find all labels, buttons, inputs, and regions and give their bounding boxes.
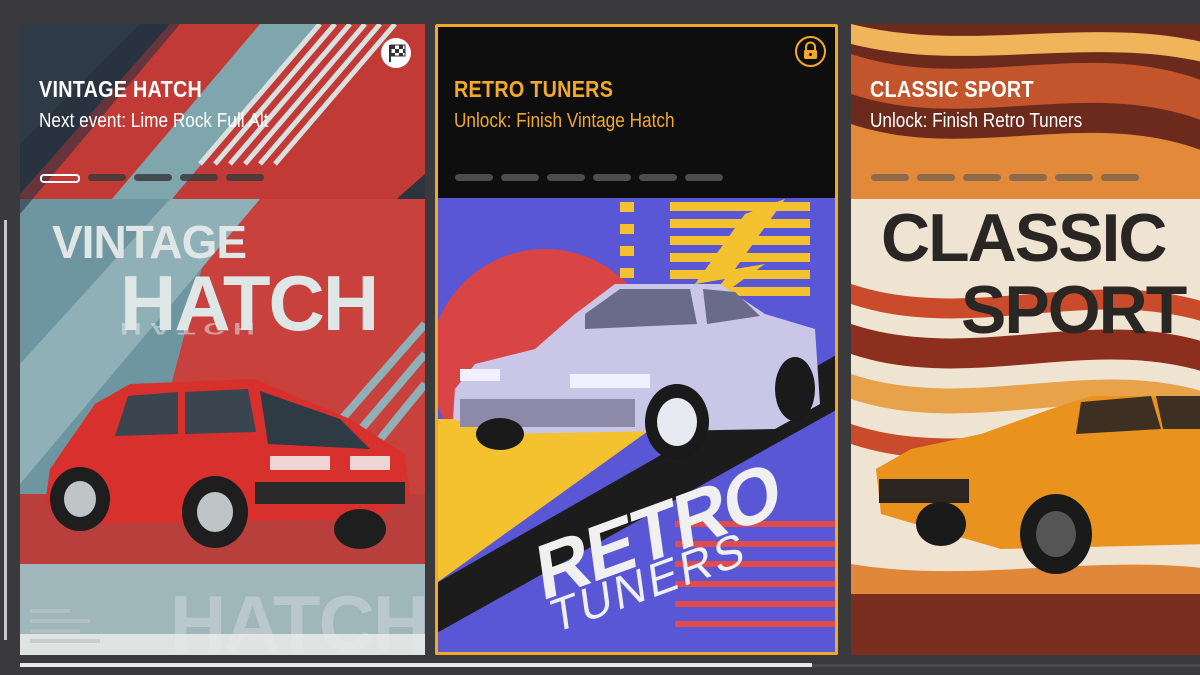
poster-footer-text: HATCH (170, 579, 425, 655)
progress-segment (180, 174, 218, 181)
event-card-retro-tuners[interactable]: RETRO TUNERS RETRO TUNERS Unlock: Finish… (435, 24, 838, 655)
checkered-flag-icon (381, 38, 411, 68)
event-title: VINTAGE HATCH (39, 76, 203, 102)
carousel-scrollbar-thumb[interactable] (20, 663, 812, 667)
progress-segment (134, 174, 172, 181)
progress-segment (685, 174, 723, 181)
event-card-vintage-hatch[interactable]: VINTAGE HATCH HATCH HATCH VINTAGE HATCH … (20, 24, 425, 655)
progress-segment (226, 174, 264, 181)
progress-segment (871, 174, 909, 181)
poster-title-line-1: CLASSIC (881, 200, 1167, 276)
left-scroll-indicator (4, 220, 7, 640)
poster-title-reflection: HATCH (120, 318, 263, 338)
card-header: CLASSIC SPORT Unlock: Finish Retro Tuner… (851, 24, 1200, 199)
progress-segment (963, 174, 1001, 181)
poster-title-line-2: SPORT (961, 272, 1187, 348)
event-progress (871, 174, 1139, 181)
event-card-classic-sport[interactable]: CLASSIC SPORT CLASSIC SPORT Unlock: Fini… (851, 24, 1200, 655)
event-progress (455, 174, 723, 181)
progress-segment (455, 174, 493, 181)
event-subtitle: Unlock: Finish Vintage Hatch (454, 110, 675, 132)
progress-segment (1009, 174, 1047, 181)
event-progress (40, 174, 264, 183)
event-subtitle: Next event: Lime Rock Full Alt (39, 110, 269, 132)
card-header: VINTAGE HATCH Next event: Lime Rock Full… (20, 24, 425, 199)
event-carousel: VINTAGE HATCH HATCH HATCH VINTAGE HATCH … (0, 0, 1200, 675)
event-title: RETRO TUNERS (454, 76, 614, 102)
progress-segment (639, 174, 677, 181)
progress-segment (1055, 174, 1093, 181)
padlock-icon (795, 36, 826, 67)
progress-segment (593, 174, 631, 181)
event-subtitle: Unlock: Finish Retro Tuners (870, 110, 1083, 132)
progress-segment (917, 174, 955, 181)
progress-segment (501, 174, 539, 181)
progress-segment (547, 174, 585, 181)
event-title: CLASSIC SPORT (870, 76, 1034, 102)
card-header: RETRO TUNERS Unlock: Finish Vintage Hatc… (435, 24, 838, 199)
progress-segment (88, 174, 126, 181)
progress-segment-complete (40, 174, 80, 183)
progress-segment (1101, 174, 1139, 181)
